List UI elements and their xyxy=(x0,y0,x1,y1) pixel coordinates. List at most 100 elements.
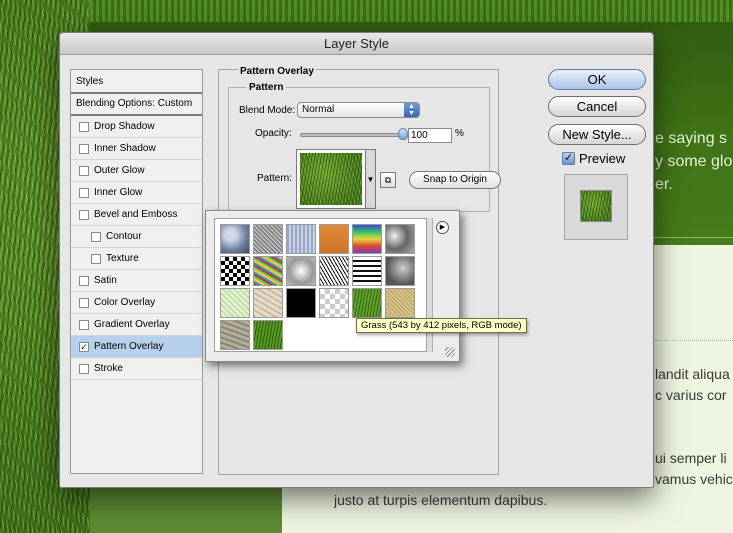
style-item[interactable]: Color Overlay xyxy=(71,292,202,314)
blend-mode-value: Normal xyxy=(302,104,335,115)
style-item-label: Stroke xyxy=(94,362,123,374)
opacity-slider-thumb[interactable] xyxy=(398,128,408,140)
pattern-label: Pattern: xyxy=(257,173,293,184)
pattern-tile-gray-granite[interactable] xyxy=(385,256,415,286)
style-checkbox[interactable] xyxy=(79,165,89,176)
pattern-tile-grass-dark[interactable] xyxy=(253,320,283,350)
opacity-input[interactable]: 100 xyxy=(408,128,452,143)
grass-pattern-thumbnail xyxy=(300,153,362,205)
blend-mode-label: Blend Mode: xyxy=(239,105,296,116)
pattern-tile-bubbles[interactable] xyxy=(220,224,250,254)
style-item-label: Drop Shadow xyxy=(94,120,155,132)
style-item-label: Bevel and Emboss xyxy=(94,208,178,220)
pattern-tile-checker[interactable] xyxy=(220,256,250,286)
style-item-label: Inner Glow xyxy=(94,186,143,198)
style-checkbox[interactable] xyxy=(79,275,89,286)
style-preview xyxy=(564,174,628,240)
pattern-tile-color-noise[interactable] xyxy=(253,256,283,286)
style-checkbox[interactable]: ✓ xyxy=(79,341,89,352)
style-item[interactable]: Satin xyxy=(71,270,202,292)
pattern-swatch[interactable] xyxy=(296,149,366,209)
style-item[interactable]: ✓ Pattern Overlay xyxy=(71,336,202,358)
blend-mode-select[interactable]: Normal ▲ ▼ xyxy=(297,102,420,118)
new-style-button[interactable]: New Style... xyxy=(548,124,646,145)
style-item-label: Outer Glow xyxy=(94,164,145,176)
blending-options-item[interactable]: Blending Options: Custom xyxy=(71,94,202,116)
pattern-tile-blue-stripes[interactable] xyxy=(286,224,316,254)
body-text-line: c varius cor xyxy=(655,387,727,403)
pattern-tile-black-streaks[interactable] xyxy=(352,256,382,286)
style-checkbox[interactable] xyxy=(79,363,89,374)
pattern-tile-beige-marble[interactable] xyxy=(253,288,283,318)
style-checkbox[interactable] xyxy=(79,121,89,132)
pattern-tile-transparency[interactable] xyxy=(319,288,349,318)
pattern-tile-black-square[interactable] xyxy=(286,288,316,318)
style-item[interactable]: Contour xyxy=(71,226,202,248)
style-checkbox[interactable] xyxy=(79,297,89,308)
opacity-slider[interactable] xyxy=(300,128,408,140)
pattern-tile-orange-fill[interactable] xyxy=(319,224,349,254)
webpage-dotted-rule xyxy=(655,340,733,341)
pattern-picker: ▶ xyxy=(205,210,460,362)
style-item[interactable]: Stroke xyxy=(71,358,202,380)
header-text-line: er. xyxy=(655,176,673,193)
style-checkbox[interactable] xyxy=(79,143,89,154)
style-rows: Drop Shadow Inner Shadow Outer Glow Inner G… xyxy=(71,116,202,380)
style-checkbox[interactable] xyxy=(79,319,89,330)
style-item[interactable]: Bevel and Emboss xyxy=(71,204,202,226)
style-item-label: Inner Shadow xyxy=(94,142,156,154)
style-item[interactable]: Drop Shadow xyxy=(71,116,202,138)
pattern-tile-green-lace[interactable] xyxy=(220,288,250,318)
pattern-tile-gray-clouds[interactable] xyxy=(385,224,415,254)
styles-list: Styles Blending Options: Custom Drop Sha… xyxy=(70,69,203,474)
style-item-label: Color Overlay xyxy=(94,296,156,308)
style-item[interactable]: Texture xyxy=(71,248,202,270)
preview-checkbox[interactable]: ✓ xyxy=(562,152,575,165)
pattern-group-title: Pattern xyxy=(246,82,287,93)
preview-toggle[interactable]: ✓ Preview xyxy=(562,151,625,166)
ok-button[interactable]: OK xyxy=(548,69,646,90)
pattern-tile-sand[interactable] xyxy=(385,288,415,318)
select-arrows-icon: ▲ ▼ xyxy=(404,103,419,117)
style-checkbox[interactable] xyxy=(79,209,89,220)
opacity-unit: % xyxy=(455,128,464,139)
body-text-line: justo at turpis elementum dapibus. xyxy=(334,492,548,508)
styles-header[interactable]: Styles xyxy=(71,70,202,94)
style-checkbox[interactable] xyxy=(91,231,101,242)
body-text-line: vamus vehic xyxy=(655,471,733,487)
cancel-button[interactable]: Cancel xyxy=(548,96,646,117)
style-item-label: Gradient Overlay xyxy=(94,318,170,330)
header-text-line: y some glo xyxy=(655,153,733,170)
style-checkbox[interactable] xyxy=(79,187,89,198)
opacity-label: Opacity: xyxy=(255,128,292,139)
style-item[interactable]: Inner Glow xyxy=(71,182,202,204)
pattern-tooltip: Grass (543 by 412 pixels, RGB mode) xyxy=(356,318,527,333)
webpage-header-strip xyxy=(90,0,733,22)
pattern-dropdown-icon[interactable]: ▼ xyxy=(366,149,376,209)
pattern-tile-soft-clouds[interactable] xyxy=(286,256,316,286)
preview-label: Preview xyxy=(579,151,626,166)
pattern-tile-gray-noise[interactable] xyxy=(253,224,283,254)
pattern-tile-stone[interactable] xyxy=(220,320,250,350)
style-item-label: Contour xyxy=(106,230,142,242)
resize-grip-icon[interactable] xyxy=(445,347,455,357)
body-text-line: ui semper li xyxy=(655,450,727,466)
header-text-line: e saying s xyxy=(655,130,728,147)
picker-menu-icon[interactable]: ▶ xyxy=(436,221,449,234)
style-item[interactable]: Inner Shadow xyxy=(71,138,202,160)
style-item[interactable]: Gradient Overlay xyxy=(71,314,202,336)
style-checkbox[interactable] xyxy=(91,253,101,264)
pattern-tile-speckle[interactable] xyxy=(319,256,349,286)
body-text-line: landit aliqua xyxy=(655,366,730,382)
dialog-title[interactable]: Layer Style xyxy=(60,33,653,55)
style-item-label: Satin xyxy=(94,274,117,286)
style-item-label: Pattern Overlay xyxy=(94,340,164,352)
preview-thumbnail xyxy=(580,190,612,222)
pattern-overlay-title: Pattern Overlay xyxy=(238,66,316,77)
pattern-tile-grass[interactable] xyxy=(352,288,382,318)
new-preset-icon[interactable]: ⧉ xyxy=(380,172,396,188)
style-item-label: Texture xyxy=(106,252,139,264)
pattern-tile-rainbow[interactable] xyxy=(352,224,382,254)
snap-to-origin-button[interactable]: Snap to Origin xyxy=(409,171,501,189)
style-item[interactable]: Outer Glow xyxy=(71,160,202,182)
